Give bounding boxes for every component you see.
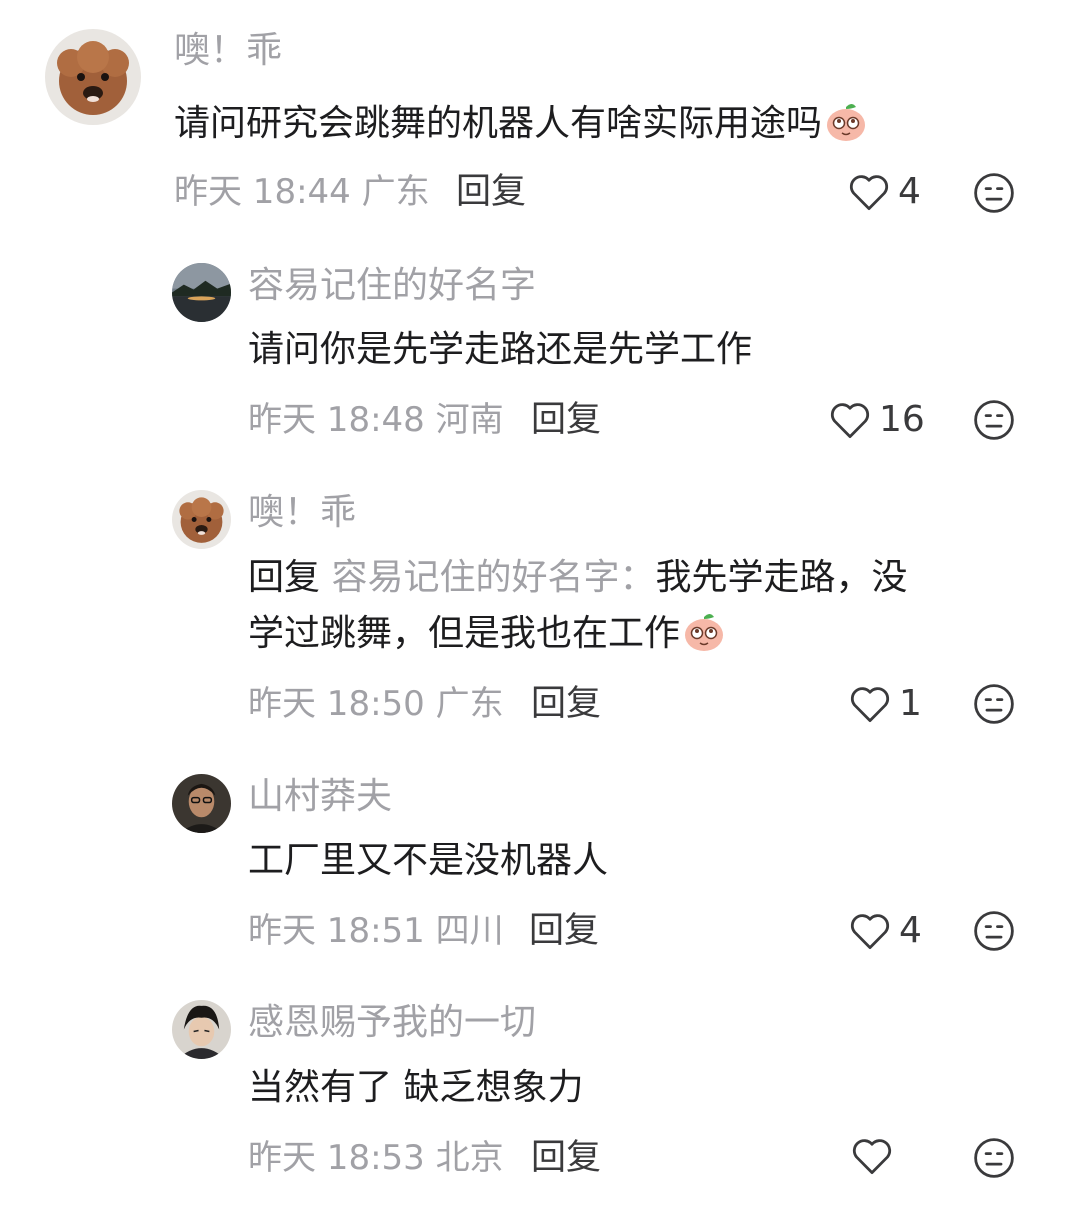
comment-text-line: 回复 容易记住的好名字：我先学走路，没 bbox=[248, 550, 1048, 606]
username[interactable]: 噢！乖 bbox=[174, 28, 282, 74]
comment-meta: 昨天 18:53 北京 bbox=[248, 1138, 504, 1178]
like-count: 16 bbox=[879, 399, 925, 440]
avatar[interactable] bbox=[172, 490, 231, 549]
meh-face-icon[interactable] bbox=[973, 910, 1015, 952]
comment-text: 请问研究会跳舞的机器人有啥实际用途吗 bbox=[174, 96, 1034, 152]
meh-face-icon[interactable] bbox=[973, 1137, 1015, 1179]
meh-face-icon[interactable] bbox=[973, 399, 1015, 441]
comment-text-body: 请问研究会跳舞的机器人有啥实际用途吗 bbox=[174, 103, 823, 144]
heart-outline-icon bbox=[849, 175, 889, 211]
reply-target-username[interactable]: 容易记住的好名字： bbox=[331, 557, 655, 598]
username[interactable]: 山村莽夫 bbox=[248, 774, 392, 820]
like-button[interactable] bbox=[851, 1136, 901, 1176]
heart-outline-icon bbox=[850, 687, 890, 723]
comment-meta: 昨天 18:44 广东 bbox=[174, 172, 430, 212]
username[interactable]: 噢！乖 bbox=[248, 490, 356, 536]
reply-button[interactable]: 回复 bbox=[531, 398, 601, 442]
comment-text-line: 学过跳舞，但是我也在工作 bbox=[248, 606, 1048, 662]
username[interactable]: 感恩赐予我的一切 bbox=[248, 1000, 536, 1046]
poodle-avatar-image bbox=[45, 29, 141, 125]
comment-text: 回复 容易记住的好名字：我先学走路，没 学过跳舞，但是我也在工作 bbox=[248, 550, 1048, 662]
comment-text: 工厂里又不是没机器人 bbox=[248, 840, 609, 881]
anime-avatar-image bbox=[172, 1000, 231, 1059]
comment-text: 当然有了 缺乏想象力 bbox=[248, 1067, 584, 1108]
like-count: 1 bbox=[899, 683, 922, 724]
peach-emoji bbox=[827, 104, 866, 141]
like-count: 4 bbox=[899, 910, 922, 951]
man-avatar-image bbox=[172, 774, 231, 833]
reply-prefix: 回复 bbox=[248, 557, 321, 598]
comment-text-body: 我先学走路，没 bbox=[655, 557, 908, 598]
peach-emoji bbox=[685, 614, 724, 651]
reply-button[interactable]: 回复 bbox=[531, 1136, 601, 1180]
poodle-avatar-image bbox=[172, 490, 231, 549]
comment-text: 请问你是先学走路还是先学工作 bbox=[248, 329, 753, 370]
like-button[interactable]: 1 bbox=[849, 682, 922, 726]
heart-outline-icon bbox=[830, 403, 870, 439]
comment-meta: 昨天 18:51 四川 bbox=[248, 911, 504, 951]
meh-face-icon[interactable] bbox=[973, 172, 1015, 214]
like-button[interactable]: 16 bbox=[829, 398, 925, 442]
avatar[interactable] bbox=[45, 29, 141, 125]
avatar[interactable] bbox=[172, 263, 231, 322]
like-button[interactable]: 4 bbox=[848, 170, 921, 214]
heart-outline-icon bbox=[850, 914, 890, 950]
like-count: 4 bbox=[898, 171, 921, 212]
lake-avatar-image bbox=[172, 263, 231, 322]
heart-outline-icon bbox=[852, 1139, 892, 1175]
avatar[interactable] bbox=[172, 1000, 231, 1059]
reply-button[interactable]: 回复 bbox=[456, 170, 526, 214]
like-button[interactable]: 4 bbox=[849, 909, 922, 953]
comment-meta: 昨天 18:50 广东 bbox=[248, 684, 504, 724]
reply-button[interactable]: 回复 bbox=[529, 909, 599, 953]
comment-meta: 昨天 18:48 河南 bbox=[248, 400, 504, 440]
comment-text-body: 学过跳舞，但是我也在工作 bbox=[248, 613, 681, 654]
reply-button[interactable]: 回复 bbox=[531, 682, 601, 726]
username[interactable]: 容易记住的好名字 bbox=[248, 263, 536, 309]
avatar[interactable] bbox=[172, 774, 231, 833]
meh-face-icon[interactable] bbox=[973, 683, 1015, 725]
